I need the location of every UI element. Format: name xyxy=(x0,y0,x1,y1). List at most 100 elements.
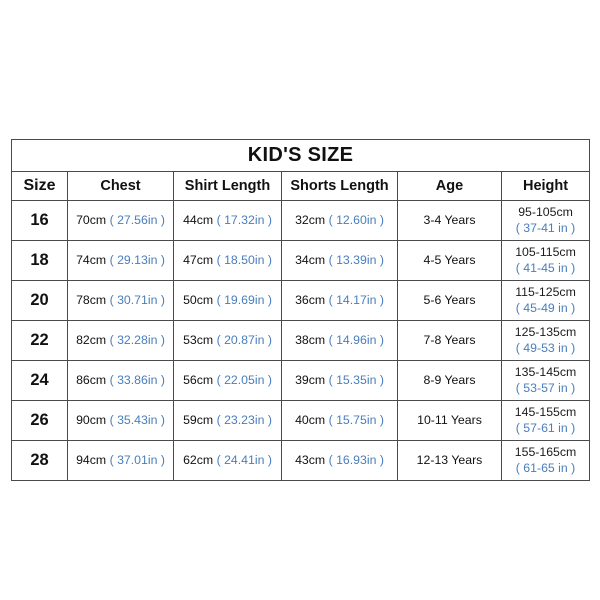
shorts-cm: 34cm xyxy=(295,252,326,267)
cell-shirt-length: 62cm ( 24.41in ) xyxy=(173,440,282,481)
shirt-in: ( 23.23in ) xyxy=(216,412,272,427)
cell-height: 125-135cm( 49-53 in ) xyxy=(500,320,591,361)
shorts-in: ( 14.96in ) xyxy=(328,332,384,347)
cell-chest: 90cm ( 35.43in ) xyxy=(67,400,174,441)
cell-shirt-length: 47cm ( 18.50in ) xyxy=(173,240,282,281)
cell-size: 18 xyxy=(11,240,68,281)
column-header-height: Height xyxy=(500,171,591,201)
shorts-in: ( 15.75in ) xyxy=(328,412,384,427)
shorts-cm: 43cm xyxy=(295,452,326,467)
size-chart-container: KID'S SIZE Size Chest Shirt Length Short… xyxy=(10,139,591,481)
shirt-in: ( 17.32in ) xyxy=(216,212,272,227)
cell-shorts-length: 40cm ( 15.75in ) xyxy=(281,400,398,441)
cell-shorts-length: 34cm ( 13.39in ) xyxy=(281,240,398,281)
column-header-age: Age xyxy=(397,171,502,201)
chest-in: ( 32.28in ) xyxy=(109,332,165,347)
cell-shirt-length: 59cm ( 23.23in ) xyxy=(173,400,282,441)
shirt-cm: 62cm xyxy=(183,452,214,467)
chest-cm: 86cm xyxy=(76,372,107,387)
column-header-shirt-length: Shirt Length xyxy=(173,171,282,201)
shirt-in: ( 19.69in ) xyxy=(216,292,272,307)
title-row: KID'S SIZE xyxy=(10,139,591,172)
chest-cm: 78cm xyxy=(76,292,107,307)
shirt-in: ( 20.87in ) xyxy=(216,332,272,347)
header-row: Size Chest Shirt Length Shorts Length Ag… xyxy=(11,171,591,201)
chest-in: ( 35.43in ) xyxy=(109,412,165,427)
cell-chest: 78cm ( 30.71in ) xyxy=(67,280,174,321)
cell-shorts-length: 36cm ( 14.17in ) xyxy=(281,280,398,321)
height-cm: 105-115cm xyxy=(515,245,576,260)
table-body: 16 70cm ( 27.56in ) 44cm ( 17.32in ) 32c… xyxy=(11,200,591,481)
cell-height: 155-165cm( 61-65 in ) xyxy=(500,440,591,481)
table-row: 22 82cm ( 32.28in ) 53cm ( 20.87in ) 38c… xyxy=(11,320,591,361)
cell-chest: 74cm ( 29.13in ) xyxy=(67,240,174,281)
cell-shorts-length: 38cm ( 14.96in ) xyxy=(281,320,398,361)
cell-age: 7-8 Years xyxy=(397,320,502,361)
cell-age: 4-5 Years xyxy=(397,240,502,281)
height-cm: 115-125cm xyxy=(515,285,576,300)
table-row: 28 94cm ( 37.01in ) 62cm ( 24.41in ) 43c… xyxy=(11,440,591,481)
cell-size: 28 xyxy=(11,440,68,481)
chest-cm: 74cm xyxy=(76,252,107,267)
height-cm: 135-145cm xyxy=(514,365,577,380)
table-row: 26 90cm ( 35.43in ) 59cm ( 23.23in ) 40c… xyxy=(11,400,591,441)
height-cm: 145-155cm xyxy=(514,405,577,420)
column-header-chest: Chest xyxy=(67,171,174,201)
height-cm: 125-135cm xyxy=(514,325,577,340)
height-in: ( 57-61 in ) xyxy=(515,420,576,435)
cell-size: 20 xyxy=(11,280,68,321)
chest-cm: 94cm xyxy=(76,452,107,467)
cell-age: 12-13 Years xyxy=(397,440,502,481)
cell-shorts-length: 39cm ( 15.35in ) xyxy=(281,360,398,401)
cell-height: 135-145cm( 53-57 in ) xyxy=(500,360,591,401)
shorts-in: ( 12.60in ) xyxy=(328,212,384,227)
chest-cm: 70cm xyxy=(76,212,107,227)
chest-in: ( 30.71in ) xyxy=(109,292,165,307)
shorts-cm: 40cm xyxy=(295,412,326,427)
chest-cm: 90cm xyxy=(76,412,107,427)
cell-height: 145-155cm( 57-61 in ) xyxy=(500,400,591,441)
shirt-in: ( 24.41in ) xyxy=(216,452,272,467)
table-row: 18 74cm ( 29.13in ) 47cm ( 18.50in ) 34c… xyxy=(11,240,591,281)
height-cm: 95-105cm xyxy=(518,205,573,220)
table-row: 16 70cm ( 27.56in ) 44cm ( 17.32in ) 32c… xyxy=(11,200,591,241)
table-row: 20 78cm ( 30.71in ) 50cm ( 19.69in ) 36c… xyxy=(11,280,591,321)
cell-size: 24 xyxy=(11,360,68,401)
shirt-cm: 53cm xyxy=(183,332,214,347)
table-title: KID'S SIZE xyxy=(10,139,591,172)
height-cm: 155-165cm xyxy=(514,445,577,460)
shirt-cm: 44cm xyxy=(183,212,214,227)
chest-in: ( 37.01in ) xyxy=(109,452,165,467)
shorts-cm: 39cm xyxy=(295,372,326,387)
cell-height: 105-115cm( 41-45 in ) xyxy=(500,240,591,281)
cell-chest: 82cm ( 32.28in ) xyxy=(67,320,174,361)
cell-shirt-length: 56cm ( 22.05in ) xyxy=(173,360,282,401)
cell-age: 5-6 Years xyxy=(397,280,502,321)
shirt-cm: 56cm xyxy=(183,372,214,387)
cell-size: 16 xyxy=(11,200,68,241)
shirt-in: ( 22.05in ) xyxy=(216,372,272,387)
shorts-cm: 32cm xyxy=(295,212,326,227)
cell-age: 10-11 Years xyxy=(397,400,502,441)
cell-shorts-length: 43cm ( 16.93in ) xyxy=(281,440,398,481)
table-head: KID'S SIZE Size Chest Shirt Length Short… xyxy=(10,139,591,201)
cell-chest: 94cm ( 37.01in ) xyxy=(67,440,174,481)
cell-height: 115-125cm( 45-49 in ) xyxy=(500,280,591,321)
cell-shorts-length: 32cm ( 12.60in ) xyxy=(281,200,398,241)
cell-chest: 86cm ( 33.86in ) xyxy=(67,360,174,401)
shorts-cm: 36cm xyxy=(295,292,326,307)
shorts-in: ( 13.39in ) xyxy=(328,252,384,267)
shorts-in: ( 14.17in ) xyxy=(328,292,384,307)
table-row: 24 86cm ( 33.86in ) 56cm ( 22.05in ) 39c… xyxy=(11,360,591,401)
column-header-size: Size xyxy=(11,171,68,201)
shorts-cm: 38cm xyxy=(295,332,326,347)
height-in: ( 37-41 in ) xyxy=(515,220,576,235)
cell-age: 3-4 Years xyxy=(397,200,502,241)
cell-age: 8-9 Years xyxy=(397,360,502,401)
cell-height: 95-105cm( 37-41 in ) xyxy=(500,200,591,241)
shirt-cm: 50cm xyxy=(183,292,214,307)
chest-in: ( 33.86in ) xyxy=(109,372,165,387)
height-in: ( 61-65 in ) xyxy=(515,460,576,475)
chest-cm: 82cm xyxy=(76,332,107,347)
shorts-in: ( 16.93in ) xyxy=(328,452,384,467)
